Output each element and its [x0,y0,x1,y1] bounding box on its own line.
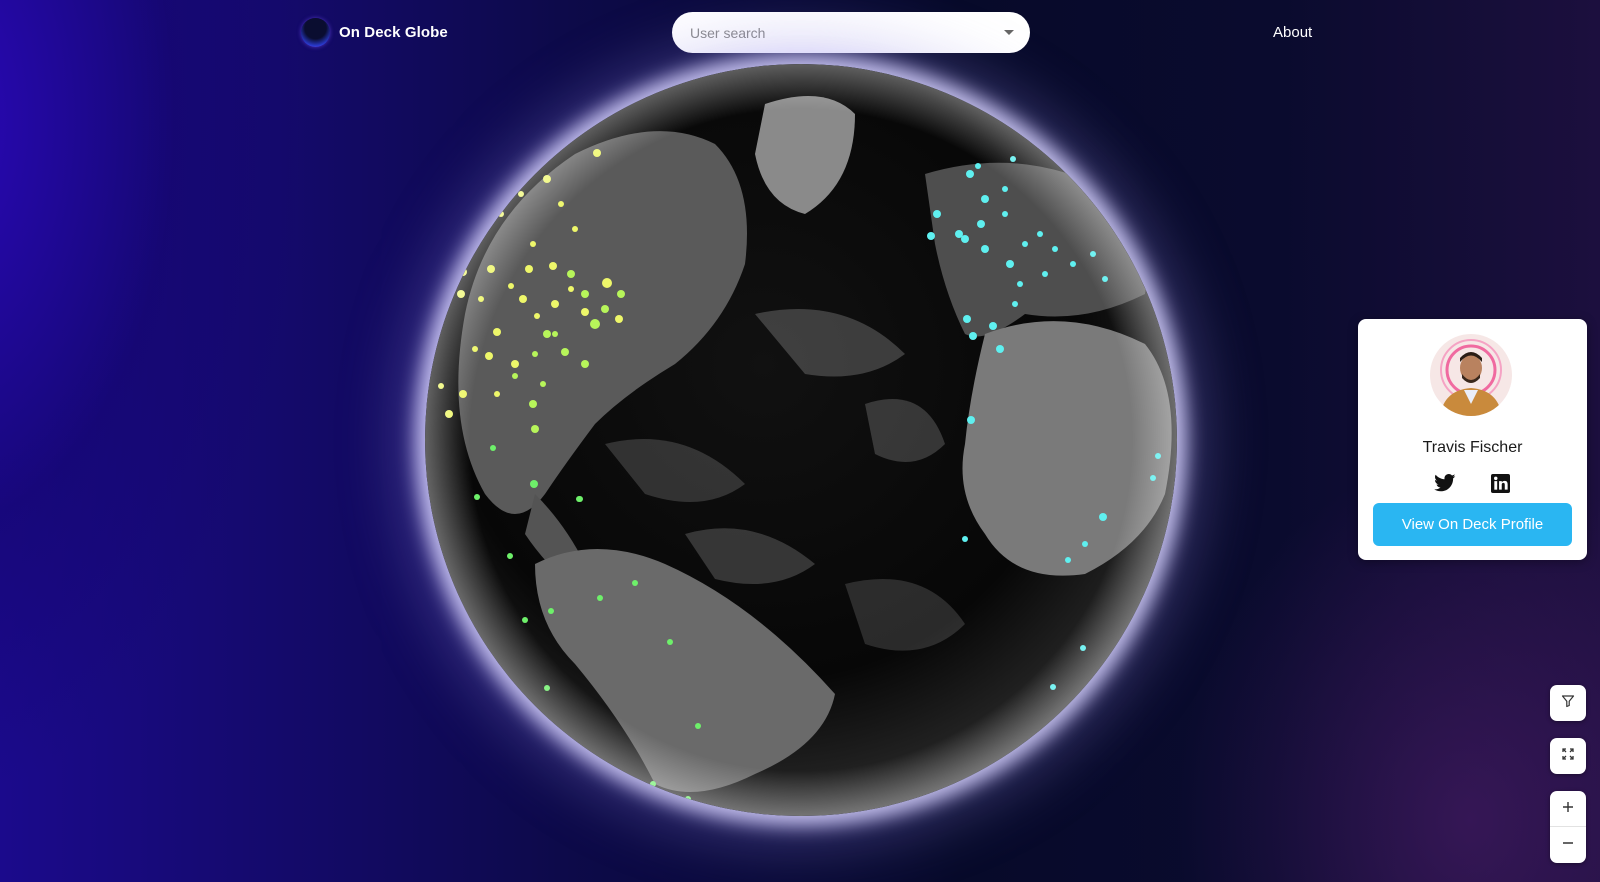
zoom-in-icon [1562,800,1574,818]
zoom-out-button[interactable] [1550,827,1586,863]
search-input[interactable] [688,23,1004,42]
globe-logo-icon [301,17,330,47]
about-link[interactable]: About [1273,24,1312,41]
top-bar: On Deck Globe About [0,0,1600,66]
zoom-controls [1550,791,1586,863]
view-profile-button[interactable]: View On Deck Profile [1373,503,1572,546]
zoom-in-button[interactable] [1550,791,1586,827]
chevron-down-icon[interactable] [1004,30,1014,35]
profile-card: Travis Fischer View On Deck Profile [1358,319,1587,560]
avatar [1430,334,1512,416]
filter-icon [1561,694,1575,713]
linkedin-icon[interactable] [1490,472,1512,494]
user-search[interactable] [672,12,1030,53]
fullscreen-icon [1561,747,1575,766]
twitter-icon[interactable] [1433,472,1456,494]
brand-name: On Deck Globe [339,23,448,41]
globe-canvas[interactable] [425,64,1177,816]
fullscreen-button[interactable] [1550,738,1586,774]
profile-name: Travis Fischer [1422,439,1523,456]
brand[interactable]: On Deck Globe [301,17,448,47]
zoom-out-icon [1562,836,1574,854]
social-links [1358,472,1587,494]
globe[interactable] [425,64,1177,816]
filter-button[interactable] [1550,685,1586,721]
